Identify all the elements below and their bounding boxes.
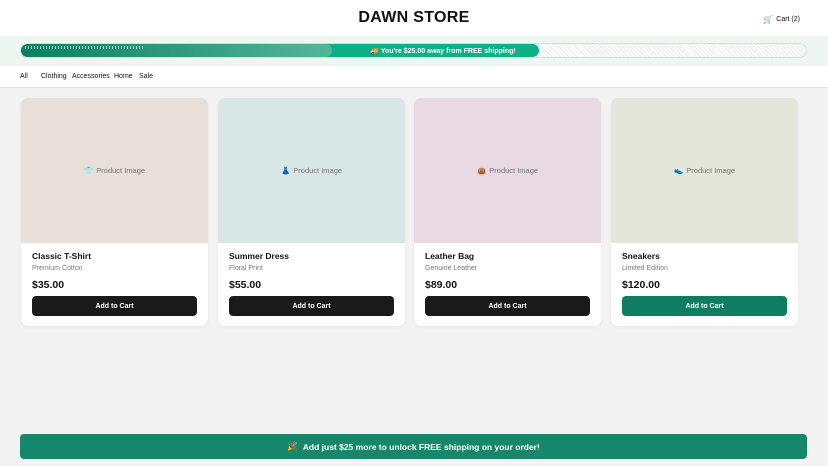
product-price: $89.00 (425, 279, 458, 291)
shipping-progress-text: You're $25.00 away from FREE shipping! (380, 48, 516, 55)
product-price: $35.00 (32, 279, 65, 291)
add-to-cart-button[interactable]: Add to Cart (425, 296, 590, 316)
nav-item-accessories[interactable]: Accessories (72, 73, 110, 80)
nav-item-all[interactable]: All (20, 73, 28, 80)
product-subtitle: Limited Edition (622, 265, 668, 272)
party-icon: 🎉 (287, 441, 298, 451)
product-image-label: Product Image (293, 166, 343, 175)
product-price: $120.00 (622, 279, 660, 291)
product-price: $55.00 (229, 279, 262, 291)
truck-icon: 🚚 (370, 48, 379, 55)
cart-label: Cart (2) (776, 16, 800, 23)
add-to-cart-button[interactable]: Add to Cart (32, 296, 197, 316)
product-image-label: Product Image (489, 166, 539, 175)
store-title[interactable]: DAWN STORE (0, 9, 828, 27)
product-subtitle: Genuine Leather (425, 265, 478, 272)
product-image[interactable]: 👜 Product Image (414, 98, 601, 243)
dress-icon: 👗 (280, 166, 291, 175)
product-image-label: Product Image (686, 166, 736, 175)
product-subtitle: Floral Print (229, 265, 263, 272)
add-to-cart-button[interactable]: Add to Cart (229, 296, 394, 316)
nav-item-home[interactable]: Home (114, 73, 133, 80)
sneaker-icon: 👟 (673, 166, 684, 175)
product-card-summer-dress[interactable]: 👗 Product Image Summer Dress Floral Prin… (218, 98, 405, 326)
free-shipping-banner-text: Add just $25 more to unlock FREE shippin… (302, 441, 540, 452)
shirt-icon: 👕 (83, 166, 94, 175)
product-name[interactable]: Summer Dress (229, 251, 289, 261)
product-card-sneakers[interactable]: 👟 Product Image Sneakers Limited Edition… (611, 98, 798, 326)
product-name[interactable]: Leather Bag (425, 251, 474, 261)
product-name[interactable]: Sneakers (622, 251, 660, 261)
shipping-progress-bar: 🚚 You're $25.00 away from FREE shipping! (20, 43, 807, 58)
product-name[interactable]: Classic T-Shirt (32, 251, 91, 261)
product-image-label: Product Image (96, 166, 146, 175)
store-header: DAWN STORE 🛒 Cart (2) (0, 0, 828, 36)
product-subtitle: Premium Cotton (32, 265, 83, 272)
add-to-cart-button[interactable]: Add to Cart (622, 296, 787, 316)
shipping-progress-stripe (25, 46, 145, 49)
product-image[interactable]: 👟 Product Image (611, 98, 798, 243)
cart-icon: 🛒 (763, 15, 774, 24)
product-image[interactable]: 👗 Product Image (218, 98, 405, 243)
product-card-leather-bag[interactable]: 👜 Product Image Leather Bag Genuine Leat… (414, 98, 601, 326)
nav-item-sale[interactable]: Sale (139, 73, 153, 80)
product-image[interactable]: 👕 Product Image (21, 98, 208, 243)
bag-icon: 👜 (476, 166, 487, 175)
cart-button[interactable]: 🛒 Cart (2) (763, 15, 800, 24)
nav-item-clothing[interactable]: Clothing (41, 73, 67, 80)
product-card-classic-t-shirt[interactable]: 👕 Product Image Classic T-Shirt Premium … (21, 98, 208, 326)
shipping-progress-message: 🚚 You're $25.00 away from FREE shipping! (343, 46, 543, 57)
free-shipping-banner: 🎉 Add just $25 more to unlock FREE shipp… (20, 434, 807, 459)
